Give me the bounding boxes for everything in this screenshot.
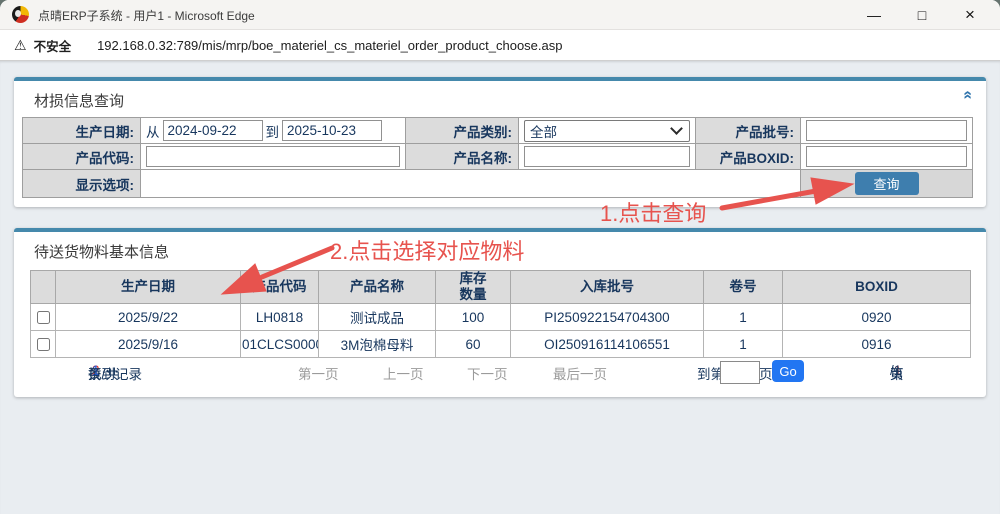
select-column-header [31,271,56,304]
security-label[interactable]: 不安全 [34,36,72,55]
prev-page-link[interactable]: 上一页 [383,363,424,383]
col-header-roll: 卷号 [704,271,783,304]
address-bar[interactable]: ⚠ 不安全 192.168.0.32:789/mis/mrp/boe_mater… [0,30,1000,61]
table-row[interactable]: 2025/9/22 LH0818 测试成品 100 PI250922154704… [31,304,971,331]
row-select-cell [31,304,56,331]
product-category-label: 产品类别: [406,118,519,144]
product-batch-cell [801,118,973,144]
product-code-input[interactable] [146,146,400,167]
cell-code: 01CLCS0000 [241,331,319,358]
pagination-bar: 找到记录2条/共1页 第一页 上一页 下一页 最后一页 到第 页 Go 第1/1… [14,363,986,385]
cell-boxid: 0916 [783,331,971,358]
goto-unit: 页 [759,363,773,383]
edge-app-window: 点晴ERP子系统 - 用户1 - Microsoft Edge — □ × ⚠ … [0,0,1000,514]
col-header-qty: 库存 数量 [436,271,511,304]
cell-date: 2025/9/22 [56,304,241,331]
collapse-icon[interactable]: « [959,91,977,100]
browser-window: 点晴ERP子系统 - 用户1 - Microsoft Edge — □ × ⚠ … [0,0,1000,514]
product-batch-input[interactable] [806,120,967,141]
product-boxid-cell [801,144,973,170]
warning-icon: ⚠ [14,37,27,54]
cell-qty: 100 [436,304,511,331]
table-header-row: 生产日期 产品代码 产品名称 库存 数量 入库批号 卷号 BOXID [31,271,971,304]
window-title: 点晴ERP子系统 - 用户1 - Microsoft Edge [38,7,255,24]
product-category-cell: 全部 [519,118,696,144]
next-page-link[interactable]: 下一页 [467,363,508,383]
date-to-input[interactable] [282,120,382,141]
production-date-range-cell: 从 到 [141,118,406,144]
query-panel: 材损信息查询 « 生产日期: 从 到 产品类别: 全部 [14,77,986,207]
table-row[interactable]: 2025/9/16 01CLCS0000 3M泡棉母料 60 OI2509161… [31,331,971,358]
cell-qty: 60 [436,331,511,358]
cell-roll: 1 [704,331,783,358]
product-batch-label: 产品批号: [696,118,801,144]
cell-name: 测试成品 [319,304,436,331]
row-checkbox[interactable] [37,311,50,324]
cell-roll: 1 [704,304,783,331]
maximize-icon[interactable]: □ [898,0,946,29]
product-name-label: 产品名称: [406,144,519,170]
page-content: 材损信息查询 « 生产日期: 从 到 产品类别: 全部 [0,61,1000,514]
title-bar: 点晴ERP子系统 - 用户1 - Microsoft Edge — □ × [0,0,1000,30]
url-text[interactable]: 192.168.0.32:789/mis/mrp/boe_materiel_cs… [97,38,562,53]
col-header-name: 产品名称 [319,271,436,304]
product-code-label: 产品代码: [23,144,141,170]
product-boxid-label: 产品BOXID: [696,144,801,170]
col-header-boxid: BOXID [783,271,971,304]
product-code-cell [141,144,406,170]
qty-header-line2: 数量 [436,287,510,303]
annotation-step2: 2.点击选择对应物料 [330,234,524,266]
search-button[interactable]: 查询 [855,172,919,195]
col-header-code: 产品代码 [241,271,319,304]
qty-header-line1: 库存 [436,271,510,287]
product-category-select[interactable]: 全部 [524,120,690,142]
page-indicator-suffix: 页 [890,363,904,383]
app-favicon-icon [12,6,29,23]
minimize-icon[interactable]: — [850,0,898,29]
found-suffix: 页 [88,363,102,383]
close-icon[interactable]: × [946,0,994,29]
cell-code: LH0818 [241,304,319,331]
materials-panel-title: 待送货物料基本信息 [34,241,169,262]
materials-table: 生产日期 产品代码 产品名称 库存 数量 入库批号 卷号 BOXID 2025 [30,270,971,358]
chevron-down-icon [670,122,683,135]
product-name-cell [519,144,696,170]
row-checkbox[interactable] [37,338,50,351]
goto-page-input[interactable] [720,361,760,384]
product-boxid-input[interactable] [806,146,967,167]
cell-boxid: 0920 [783,304,971,331]
cell-name: 3M泡棉母料 [319,331,436,358]
query-panel-title: 材损信息查询 [34,90,124,111]
to-label: 到 [266,121,280,141]
window-controls: — □ × [850,0,994,29]
display-option-cell [141,170,801,198]
cell-batch: OI250916114106551 [511,331,704,358]
last-page-link[interactable]: 最后一页 [553,363,607,383]
date-from-input[interactable] [163,120,263,141]
product-category-value: 全部 [530,121,557,141]
col-header-date: 生产日期 [56,271,241,304]
go-button[interactable]: Go [772,360,804,382]
from-label: 从 [146,121,160,141]
col-header-batch: 入库批号 [511,271,704,304]
query-form: 生产日期: 从 到 产品类别: 全部 产品批号: [22,117,973,198]
cell-date: 2025/9/16 [56,331,241,358]
annotation-step1: 1.点击查询 [600,196,706,228]
cell-batch: PI250922154704300 [511,304,704,331]
product-name-input[interactable] [524,146,690,167]
search-button-cell: 查询 [801,170,973,198]
display-option-label: 显示选项: [23,170,141,198]
first-page-link[interactable]: 第一页 [298,363,339,383]
row-select-cell [31,331,56,358]
production-date-label: 生产日期: [23,118,141,144]
